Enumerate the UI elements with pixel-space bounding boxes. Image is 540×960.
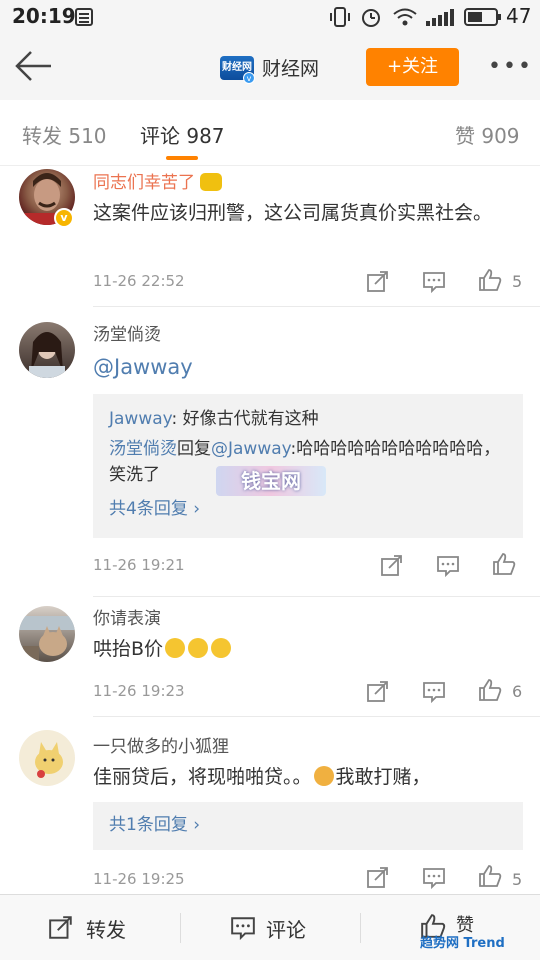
comment-time: 11-26 19:23 bbox=[93, 682, 185, 700]
battery-level: 47 bbox=[506, 4, 532, 28]
comment-username[interactable]: 一只做多的小狐狸 bbox=[93, 732, 229, 757]
comment-item: v 同志们幸苦了 这案件应该归刑警，这公司属货真价实黑社会。 11-26 22:… bbox=[0, 166, 540, 307]
comment-text: 哄抬B价 bbox=[93, 634, 523, 664]
comment-icon[interactable] bbox=[436, 554, 460, 578]
comment-text: 这案件应该归刑警，这公司属货真价实黑社会。 bbox=[93, 202, 493, 224]
divider bbox=[360, 913, 361, 943]
comment-time: 11-26 19:21 bbox=[93, 556, 185, 574]
comment-time: 11-26 19:25 bbox=[93, 870, 185, 888]
reply-thread: 共1条回复 › bbox=[93, 802, 523, 850]
alarm-icon bbox=[362, 9, 380, 27]
divider bbox=[180, 913, 181, 943]
sneaky-emoji-icon bbox=[211, 638, 232, 658]
comment-icon bbox=[231, 917, 255, 941]
avatar[interactable] bbox=[19, 606, 75, 662]
repost-icon bbox=[49, 916, 72, 939]
comment-username[interactable]: 汤堂倘烫 bbox=[93, 320, 161, 345]
doge-emoji-icon bbox=[313, 766, 334, 786]
trend-watermark: 趋势网 Trend bbox=[420, 936, 505, 951]
account-name[interactable]: 财经网 bbox=[262, 54, 319, 81]
avatar-cat-icon bbox=[19, 616, 75, 660]
crown-emoji-icon bbox=[200, 173, 223, 191]
avatar-fox-icon bbox=[35, 742, 63, 778]
sneaky-emoji-icon bbox=[165, 638, 186, 658]
like-count: 5 bbox=[512, 870, 523, 889]
comment-username[interactable]: 同志们幸苦了 bbox=[93, 168, 223, 193]
comment-icon[interactable] bbox=[422, 680, 446, 704]
comment-item: 汤堂倘烫 @Jawway Jawway: 好像古代就有这种 汤堂倘烫回复@Jaw… bbox=[0, 306, 540, 597]
comment-mention[interactable]: @Jawway bbox=[93, 352, 523, 382]
battery-icon bbox=[464, 8, 501, 26]
view-replies-link[interactable]: 共1条回复 › bbox=[109, 812, 507, 838]
reply-line: Jawway: 好像古代就有这种 bbox=[109, 409, 319, 429]
share-icon[interactable] bbox=[366, 680, 390, 704]
comment-text: 佳丽贷后，将现啪啪贷。。 我敢打赌， bbox=[93, 766, 431, 788]
like-count: 6 bbox=[512, 682, 523, 701]
like-count: 5 bbox=[512, 272, 523, 291]
comment-item: 一只做多的小狐狸 佳丽贷后，将现啪啪贷。。 我敢打赌， 共1条回复 › 11-26… bbox=[0, 716, 540, 894]
tab-repost[interactable]: 转发 510 bbox=[22, 120, 107, 149]
tab-bar: 转发 510 评论 987 赞 909 bbox=[0, 100, 540, 166]
tab-comments[interactable]: 评论 987 bbox=[140, 120, 225, 149]
sneaky-emoji-icon bbox=[188, 638, 209, 658]
watermark-sticker: 钱宝网 bbox=[216, 466, 326, 496]
vibrate-icon bbox=[330, 7, 350, 27]
avatar-portrait-icon bbox=[29, 332, 65, 378]
top-navigation: 财经网 v 财经网 +关注 ••• bbox=[0, 34, 540, 100]
reply-mention-link[interactable]: @Jawway bbox=[211, 439, 290, 459]
comment-time: 11-26 22:52 bbox=[93, 272, 185, 290]
comment-item: 你请表演 哄抬B价 11-26 19:23 6 bbox=[0, 596, 540, 717]
verified-badge-icon: v bbox=[54, 208, 74, 228]
comment-icon[interactable] bbox=[422, 866, 446, 890]
share-icon[interactable] bbox=[366, 270, 390, 294]
view-replies-link[interactable]: 共4条回复 › bbox=[109, 496, 507, 522]
avatar[interactable] bbox=[19, 730, 75, 786]
back-arrow-icon[interactable] bbox=[14, 48, 54, 84]
comment-icon[interactable] bbox=[422, 270, 446, 294]
wifi-icon bbox=[393, 8, 417, 26]
share-icon[interactable] bbox=[366, 866, 390, 890]
signal-icon bbox=[426, 9, 454, 26]
reply-user-link[interactable]: Jawway bbox=[109, 409, 171, 429]
comment-username[interactable]: 你请表演 bbox=[93, 604, 161, 629]
notification-icon bbox=[75, 8, 93, 26]
more-options-icon[interactable]: ••• bbox=[488, 54, 533, 79]
avatar[interactable] bbox=[19, 322, 75, 378]
reply-user-link[interactable]: 汤堂倘烫 bbox=[109, 439, 177, 459]
like-icon[interactable] bbox=[478, 678, 502, 702]
comment-button[interactable]: 评论 bbox=[230, 895, 330, 960]
tab-likes[interactable]: 赞 909 bbox=[455, 120, 520, 149]
share-icon[interactable] bbox=[380, 554, 404, 578]
status-time: 20:19 bbox=[12, 4, 76, 28]
like-icon[interactable] bbox=[478, 864, 502, 888]
like-icon[interactable] bbox=[492, 552, 516, 576]
follow-button[interactable]: +关注 bbox=[366, 48, 459, 86]
active-tab-indicator bbox=[166, 156, 198, 160]
repost-button[interactable]: 转发 bbox=[48, 895, 148, 960]
like-icon[interactable] bbox=[478, 268, 502, 292]
verified-badge-icon: v bbox=[243, 72, 255, 84]
status-bar: 20:19 47 bbox=[0, 0, 540, 34]
